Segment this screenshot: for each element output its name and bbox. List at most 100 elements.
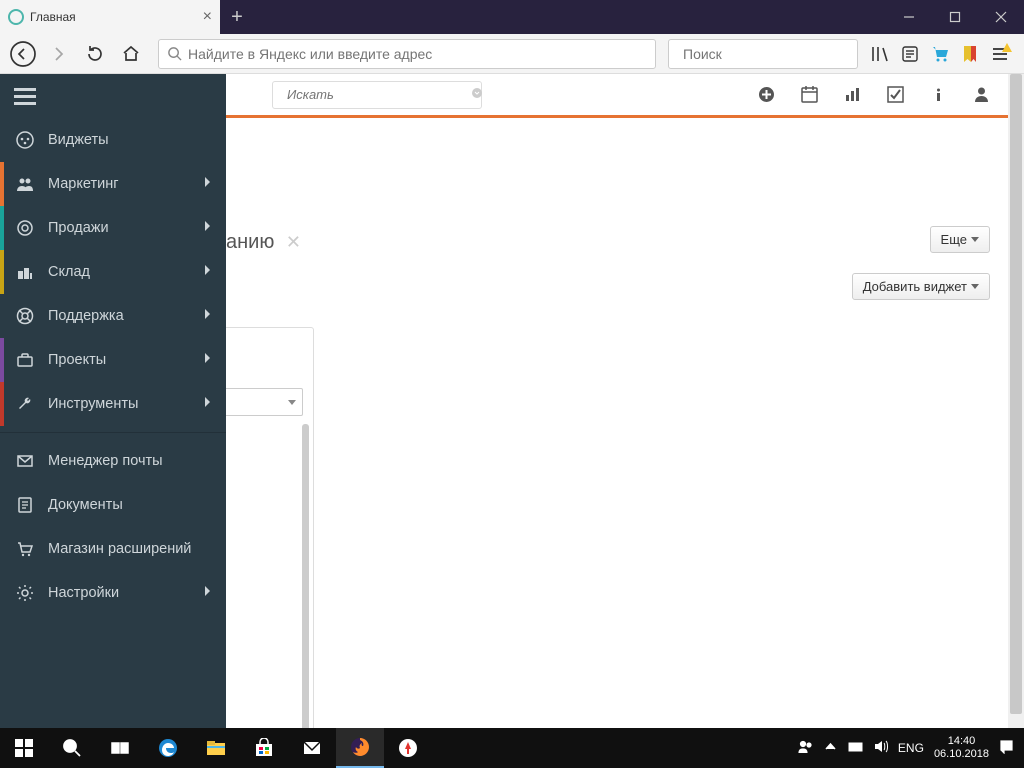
reader-icon[interactable] <box>900 44 920 64</box>
chevron-right-icon <box>204 176 212 192</box>
more-button[interactable]: Еще <box>930 226 990 253</box>
tab-close-icon[interactable]: × <box>203 9 212 25</box>
briefcase-icon <box>14 351 36 369</box>
close-icon[interactable]: ✕ <box>286 232 301 252</box>
lifebuoy-icon <box>14 307 36 325</box>
sidebar-item-sales[interactable]: Продажи <box>0 206 226 250</box>
new-tab-button[interactable]: + <box>220 0 254 34</box>
widget-scrollbar[interactable] <box>302 424 309 728</box>
sidebar-label: Инструменты <box>48 396 138 412</box>
sidebar-label: Проекты <box>48 352 106 368</box>
sidebar-item-tools[interactable]: Инструменты <box>0 382 226 426</box>
taskbar-yandex[interactable] <box>384 728 432 768</box>
warehouse-icon <box>14 263 36 281</box>
chevron-right-icon <box>204 264 212 280</box>
document-icon <box>14 496 36 514</box>
dashboard-icon <box>14 131 36 149</box>
nav-reload-button[interactable] <box>80 39 110 69</box>
chevron-right-icon <box>204 220 212 236</box>
chevron-right-icon <box>204 308 212 324</box>
app-sidebar: Виджеты Маркетинг Продажи Склад <box>0 74 226 728</box>
app-search-input[interactable] <box>287 87 465 102</box>
browser-titlebar: Главная × + <box>0 0 1024 34</box>
browser-tab[interactable]: Главная × <box>0 0 220 34</box>
browser-navbar <box>0 34 1024 74</box>
widget-select[interactable] <box>215 388 303 416</box>
sidebar-label: Продажи <box>48 220 109 236</box>
sidebar-item-extensions[interactable]: Магазин расширений <box>0 527 226 571</box>
page-scrollbar[interactable] <box>1008 74 1024 728</box>
nav-forward-button <box>44 39 74 69</box>
sidebar-label: Маркетинг <box>48 176 119 192</box>
people-icon <box>14 175 36 193</box>
tray-volume-icon[interactable] <box>873 739 888 757</box>
window-close-button[interactable] <box>978 0 1024 34</box>
sidebar-label: Магазин расширений <box>48 541 191 557</box>
shopping-cart-icon <box>14 540 36 558</box>
sidebar-label: Документы <box>48 497 123 513</box>
user-icon[interactable] <box>973 86 990 103</box>
search-bar[interactable] <box>668 39 858 69</box>
page-title: анию ✕ <box>226 231 301 254</box>
bookmark-icon[interactable] <box>960 44 980 64</box>
nav-home-button[interactable] <box>116 39 146 69</box>
tray-clock[interactable]: 14:40 06.10.2018 <box>934 735 989 761</box>
add-icon[interactable] <box>758 86 775 103</box>
tab-title: Главная <box>30 10 76 24</box>
sidebar-divider <box>0 432 226 433</box>
taskbar-store[interactable] <box>240 728 288 768</box>
sidebar-item-marketing[interactable]: Маркетинг <box>0 162 226 206</box>
tray-keyboard-icon[interactable] <box>848 739 863 757</box>
sidebar-label: Поддержка <box>48 308 124 324</box>
sidebar-item-mail[interactable]: Менеджер почты <box>0 439 226 483</box>
sidebar-item-settings[interactable]: Настройки <box>0 571 226 615</box>
url-input[interactable] <box>188 46 647 62</box>
library-icon[interactable] <box>870 44 890 64</box>
tab-favicon <box>8 9 24 25</box>
page-viewport: Виджеты Маркетинг Продажи Склад <box>0 74 1024 728</box>
nav-back-button[interactable] <box>8 39 38 69</box>
calendar-icon[interactable] <box>801 86 818 103</box>
sidebar-label: Виджеты <box>48 132 109 148</box>
tray-notifications-icon[interactable] <box>999 739 1014 757</box>
taskbar-search-button[interactable] <box>48 728 96 768</box>
sidebar-item-widgets[interactable]: Виджеты <box>0 118 226 162</box>
mail-icon <box>14 452 36 470</box>
app-search[interactable] <box>272 81 482 109</box>
window-minimize-button[interactable] <box>886 0 932 34</box>
search-input[interactable] <box>683 46 864 62</box>
app-search-dropdown-icon[interactable] <box>471 86 483 104</box>
chart-icon[interactable] <box>844 86 861 103</box>
checkbox-icon[interactable] <box>887 86 904 103</box>
browser-menu-button[interactable] <box>990 44 1010 64</box>
target-icon <box>14 219 36 237</box>
url-bar[interactable] <box>158 39 656 69</box>
add-widget-button[interactable]: Добавить виджет <box>852 273 990 300</box>
sidebar-toggle-button[interactable] <box>14 88 36 105</box>
taskbar-firefox[interactable] <box>336 728 384 768</box>
sidebar-label: Настройки <box>48 585 119 601</box>
task-view-button[interactable] <box>96 728 144 768</box>
sidebar-item-warehouse[interactable]: Склад <box>0 250 226 294</box>
taskbar-edge[interactable] <box>144 728 192 768</box>
tray-chevron-up-icon[interactable] <box>823 739 838 757</box>
taskbar-explorer[interactable] <box>192 728 240 768</box>
sidebar-item-support[interactable]: Поддержка <box>0 294 226 338</box>
cart-icon[interactable] <box>930 44 950 64</box>
info-icon[interactable] <box>930 86 947 103</box>
tray-people-icon[interactable] <box>798 739 813 757</box>
window-maximize-button[interactable] <box>932 0 978 34</box>
start-button[interactable] <box>0 728 48 768</box>
sidebar-label: Склад <box>48 264 90 280</box>
sidebar-label: Менеджер почты <box>48 453 163 469</box>
chevron-right-icon <box>204 352 212 368</box>
gear-icon <box>14 584 36 602</box>
chevron-right-icon <box>204 396 212 412</box>
wrench-icon <box>14 395 36 413</box>
taskbar-mail[interactable] <box>288 728 336 768</box>
sidebar-item-documents[interactable]: Документы <box>0 483 226 527</box>
chevron-right-icon <box>204 585 212 601</box>
sidebar-item-projects[interactable]: Проекты <box>0 338 226 382</box>
windows-taskbar: ENG 14:40 06.10.2018 <box>0 728 1024 768</box>
tray-language[interactable]: ENG <box>898 741 924 755</box>
